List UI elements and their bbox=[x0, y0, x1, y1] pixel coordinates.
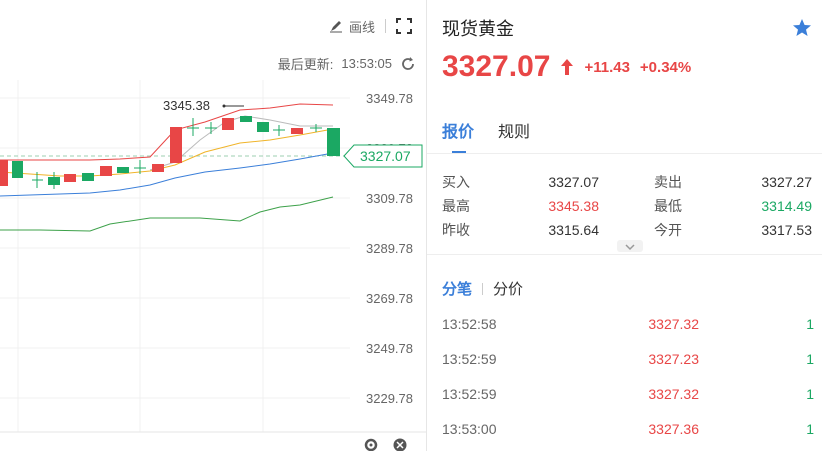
tick-price: 3327.36 bbox=[648, 420, 699, 437]
draw-line-label: 画线 bbox=[348, 19, 375, 35]
tick-time: 13:52:59 bbox=[442, 350, 497, 367]
ask-label: 卖出 bbox=[654, 174, 682, 190]
svg-text:3309.78: 3309.78 bbox=[366, 191, 413, 206]
bid-label: 买入 bbox=[442, 174, 470, 190]
close-icon[interactable] bbox=[393, 438, 407, 451]
chevron-down-icon bbox=[625, 244, 635, 251]
open-value: 3317.53 bbox=[761, 222, 812, 238]
ma-line-blue bbox=[0, 152, 334, 197]
tick-volume: 1 bbox=[806, 350, 814, 367]
high-label: 最高 bbox=[442, 198, 470, 214]
price-change-pct: +0.34% bbox=[639, 58, 692, 76]
ma-line-yellow bbox=[0, 128, 334, 177]
tick-time: 13:52:59 bbox=[442, 385, 497, 402]
ask-value: 3327.27 bbox=[761, 174, 812, 190]
tick-volume: 1 bbox=[806, 315, 814, 332]
bid-value: 3327.07 bbox=[548, 174, 599, 190]
low-label: 最低 bbox=[654, 198, 682, 214]
ma-line-green bbox=[0, 196, 334, 232]
expand-toggle[interactable] bbox=[617, 240, 643, 252]
subtab-price-dist[interactable]: 分价 bbox=[493, 278, 523, 299]
chart-toolbar: 画线 bbox=[329, 14, 412, 38]
prev-close-label: 昨收 bbox=[442, 222, 470, 238]
list-item: 13:53:00 3327.36 1 bbox=[442, 411, 814, 446]
last-update-time: 13:53:05 bbox=[341, 56, 392, 71]
svg-text:3229.78: 3229.78 bbox=[366, 391, 413, 406]
tick-time: 13:52:58 bbox=[442, 315, 497, 332]
up-arrow-icon bbox=[561, 59, 574, 75]
list-item: 13:52:58 3327.32 1 bbox=[442, 306, 814, 341]
price-change: +11.43 bbox=[584, 58, 630, 76]
y-axis: 3349.78 3329.78 3309.78 3289.78 3269.78 … bbox=[366, 91, 413, 406]
tab-divider bbox=[427, 153, 822, 154]
draw-line-button[interactable]: 画线 bbox=[329, 17, 375, 36]
svg-text:3249.78: 3249.78 bbox=[366, 341, 413, 356]
tick-price: 3327.23 bbox=[648, 350, 699, 367]
svg-text:3349.78: 3349.78 bbox=[366, 91, 413, 106]
subtab-ticks[interactable]: 分笔 bbox=[442, 278, 472, 299]
fullscreen-icon[interactable] bbox=[396, 18, 412, 34]
high-annotation: 3345.38 bbox=[163, 98, 210, 113]
gear-icon[interactable] bbox=[364, 438, 378, 451]
tick-volume: 1 bbox=[806, 420, 814, 437]
title-row: 现货黄金 bbox=[442, 14, 812, 42]
tick-list: 13:52:58 3327.32 1 13:52:59 3327.23 1 13… bbox=[442, 306, 814, 446]
open-label: 今开 bbox=[654, 222, 682, 238]
quote-row: 最高 3345.38 最低 3314.49 bbox=[442, 194, 812, 218]
tick-time: 13:53:00 bbox=[442, 420, 497, 437]
tick-price: 3327.32 bbox=[648, 315, 699, 332]
high-value: 3345.38 bbox=[548, 198, 599, 214]
svg-text:3289.78: 3289.78 bbox=[366, 241, 413, 256]
last-update-label: 最后更新: bbox=[277, 57, 334, 72]
candles bbox=[0, 116, 340, 189]
last-update-row: 最后更新: 13:53:05 bbox=[278, 54, 416, 73]
star-icon[interactable] bbox=[792, 18, 812, 38]
quote-panel: 现货黄金 3327.07 +11.43 +0.34% 报价 规则 买入 3327… bbox=[427, 0, 822, 451]
pen-icon bbox=[329, 21, 342, 33]
toolbar-separator bbox=[385, 19, 386, 33]
tab-quote[interactable]: 报价 bbox=[442, 118, 474, 154]
trade-subtabs: 分笔 分价 bbox=[442, 278, 523, 299]
tab-rules[interactable]: 规则 bbox=[498, 118, 530, 154]
list-item: 13:52:59 3327.32 1 bbox=[442, 376, 814, 411]
prev-close-value: 3315.64 bbox=[548, 222, 599, 238]
svg-text:3269.78: 3269.78 bbox=[366, 291, 413, 306]
quote-row: 昨收 3315.64 今开 3317.53 bbox=[442, 218, 812, 242]
price-row: 3327.07 +11.43 +0.34% bbox=[442, 50, 691, 84]
svg-text:3327.07: 3327.07 bbox=[360, 148, 411, 164]
last-price: 3327.07 bbox=[442, 50, 551, 83]
quote-row: 买入 3327.07 卖出 3327.27 bbox=[442, 170, 812, 194]
subtab-separator bbox=[482, 282, 484, 295]
tick-volume: 1 bbox=[806, 385, 814, 402]
chart-pane: 3345.38 3349.78 3329.78 3309.78 3289.78 … bbox=[0, 0, 427, 451]
low-value: 3314.49 bbox=[761, 198, 812, 214]
list-item: 13:52:59 3327.23 1 bbox=[442, 341, 814, 376]
panel-tabs: 报价 规则 bbox=[442, 118, 530, 154]
refresh-icon[interactable] bbox=[400, 56, 416, 72]
quote-grid: 买入 3327.07 卖出 3327.27 最高 3345.38 最低 3314… bbox=[442, 170, 812, 242]
instrument-title: 现货黄金 bbox=[442, 19, 514, 39]
tick-price: 3327.32 bbox=[648, 385, 699, 402]
